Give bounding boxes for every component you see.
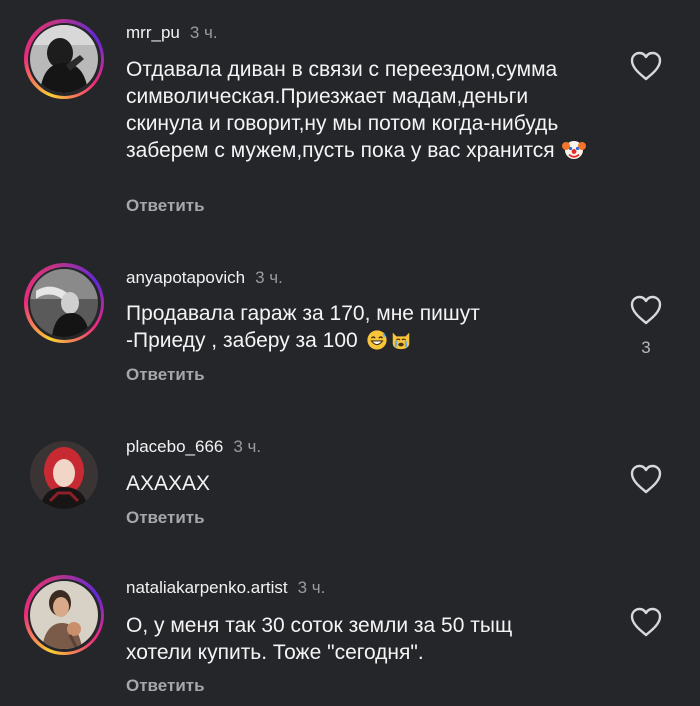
comment-text: Продавала гараж за 170, мне пишут -Приед… (126, 300, 516, 358)
avatar[interactable] (30, 269, 98, 337)
comment-time: 3 ч. (297, 578, 326, 597)
story-ring[interactable] (24, 575, 104, 655)
comment-item: placebo_666 3 ч. АХАХАХ Ответить (0, 402, 700, 562)
comment-time: 3 ч. (255, 268, 283, 287)
comment-item: anyapotapovich 3 ч. Продавала гараж за 17… (0, 230, 700, 402)
reply-button[interactable]: Ответить (126, 365, 205, 385)
comment-text: Отдавала диван в связи с переездом,сумма… (126, 56, 606, 168)
username[interactable]: mrr_pu (126, 23, 180, 42)
reply-button[interactable]: Ответить (126, 196, 205, 216)
clown-face-icon (562, 137, 587, 168)
story-ring[interactable] (24, 19, 104, 99)
comment-text: АХАХАХ (126, 472, 211, 495)
avatar-wrapper[interactable] (24, 435, 104, 515)
heart-outline-icon (630, 464, 662, 494)
comment-item: nataliakarpenko.artist 3 ч. О, у меня так… (0, 562, 700, 706)
reply-button[interactable]: Ответить (126, 508, 205, 528)
username[interactable]: anyapotapovich (126, 268, 245, 287)
story-ring[interactable] (24, 263, 104, 343)
comment-text-body: Отдавала диван в связи с переездом,сумма… (126, 58, 559, 162)
avatar[interactable] (30, 441, 98, 509)
heart-outline-icon (630, 607, 662, 637)
avatar[interactable] (30, 25, 98, 93)
comment-time: 3 ч. (233, 437, 262, 456)
heart-outline-icon (630, 51, 662, 81)
heart-outline-icon (630, 295, 662, 325)
comment-text: О, у меня так 30 соток земли за 50 тыщ х… (126, 614, 513, 664)
username[interactable]: placebo_666 (126, 437, 223, 456)
username[interactable]: nataliakarpenko.artist (126, 578, 288, 597)
like-button[interactable] (629, 51, 663, 81)
avatar[interactable] (30, 581, 98, 649)
like-button[interactable] (629, 607, 663, 637)
comment-text-body: Продавала гараж за 170, мне пишут -Приед… (126, 302, 480, 352)
comment-item: mrr_pu 3 ч. Отдавала диван в связи с пере… (0, 0, 700, 230)
crying-cat-face-icon (390, 329, 412, 358)
comment-time: 3 ч. (189, 23, 218, 42)
reply-button[interactable]: Ответить (126, 676, 205, 696)
like-button[interactable] (629, 295, 663, 325)
grinning-sweat-face-icon (366, 329, 388, 358)
like-button[interactable] (629, 464, 663, 494)
like-count: 3 (641, 338, 651, 357)
